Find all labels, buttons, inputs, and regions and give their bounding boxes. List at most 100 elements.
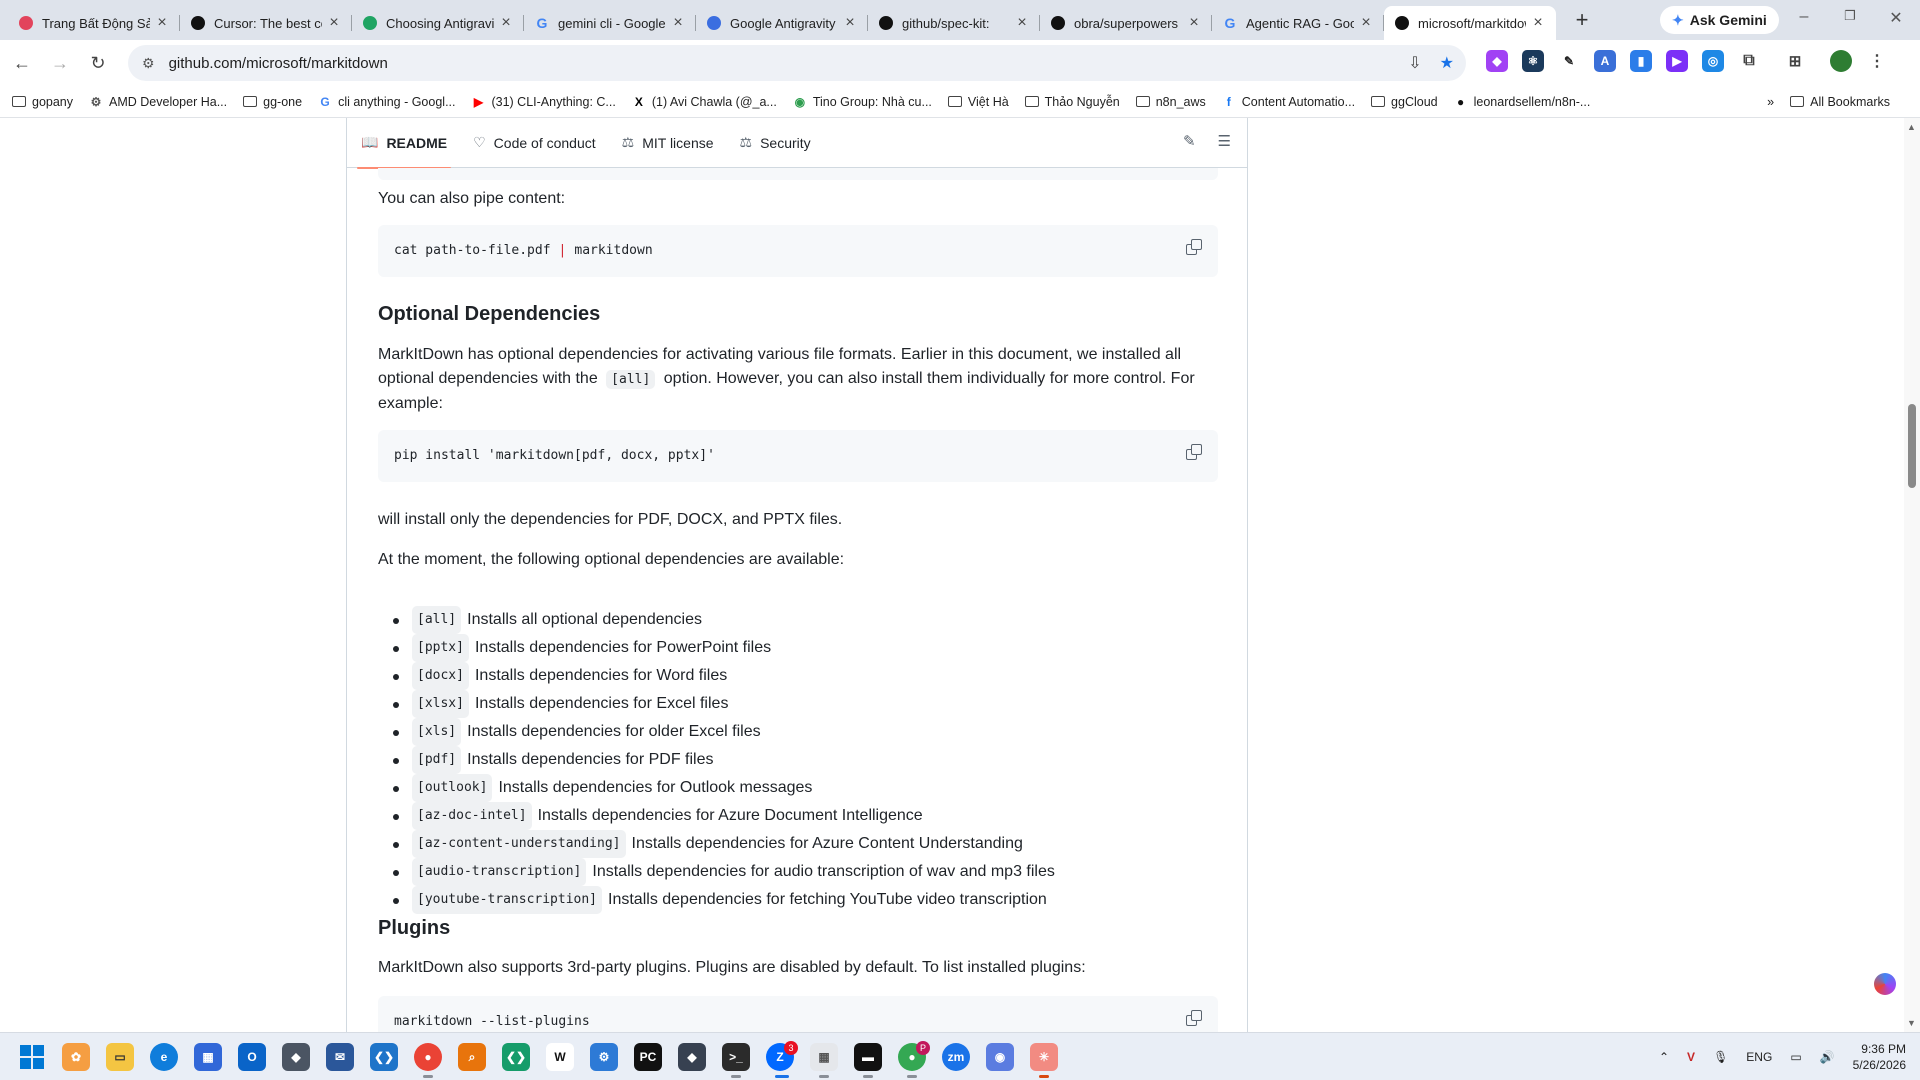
ai-extension-icon[interactable]: A <box>1594 50 1616 72</box>
edit-pencil-icon[interactable]: ✎ <box>1183 132 1196 150</box>
bookmark-item[interactable]: Việt Hà <box>947 95 1009 109</box>
cmd-icon[interactable]: ▬ <box>854 1043 882 1071</box>
gemini-extension-icon[interactable]: ◆ <box>1486 50 1508 72</box>
translate-extension-icon[interactable]: ◎ <box>1702 50 1724 72</box>
side-panel-icon[interactable]: ⊞ <box>1784 50 1806 72</box>
all-bookmarks-button[interactable]: All Bookmarks <box>1790 95 1890 109</box>
close-icon[interactable]: × <box>670 14 686 32</box>
video-extension-icon[interactable]: ▶ <box>1666 50 1688 72</box>
browser-tab[interactable]: Ggemini cli - Google × <box>524 6 696 40</box>
pen-extension-icon[interactable]: ✎ <box>1558 50 1580 72</box>
file-explorer-icon[interactable]: ▭ <box>106 1043 134 1071</box>
react-extension-icon[interactable]: ⚛ <box>1522 50 1544 72</box>
tab-active[interactable]: microsoft/markitdown× <box>1384 6 1556 40</box>
close-icon[interactable]: × <box>326 14 342 32</box>
doc-extension-icon[interactable]: ▮ <box>1630 50 1652 72</box>
browser-tab[interactable]: Google Antigravity × <box>696 6 868 40</box>
bookmark-item[interactable]: X (1) Avi Chawla (@_a... <box>632 95 777 109</box>
address-bar[interactable]: ⚙ github.com/microsoft/markitdown ⇩ ★ <box>128 45 1466 81</box>
bookmark-item[interactable]: Gcli anything - Googl... <box>318 95 455 109</box>
terminal-icon[interactable]: >_ <box>722 1043 750 1071</box>
claude-icon[interactable]: ✳ <box>1030 1043 1058 1071</box>
copy-icon[interactable] <box>1186 1010 1202 1026</box>
bookmark-item[interactable]: gopany <box>12 95 73 109</box>
edge-icon[interactable]: e <box>150 1043 178 1071</box>
scroll-up-icon[interactable]: ▲ <box>1907 122 1916 132</box>
scroll-down-icon[interactable]: ▼ <box>1907 1018 1916 1028</box>
bookmark-item[interactable]: ● leonardsellem/n8n-... <box>1454 95 1590 109</box>
more-bookmarks-icon[interactable]: » <box>1767 95 1774 109</box>
gemini-floating-icon[interactable] <box>1874 973 1896 995</box>
microphone-icon[interactable]: 🎙 <box>1713 1050 1728 1064</box>
bookmark-item[interactable]: ▶ (31) CLI-Anything: C... <box>471 95 616 109</box>
close-window-icon[interactable]: ✕ <box>1884 8 1908 28</box>
close-icon[interactable]: × <box>498 14 514 32</box>
close-icon[interactable]: × <box>842 14 858 32</box>
antivirus-icon[interactable]: V <box>1687 1050 1695 1064</box>
extensions-puzzle-icon[interactable]: ⧉ <box>1738 50 1760 72</box>
search-app-icon[interactable]: ⌕ <box>458 1043 486 1071</box>
note-app-icon[interactable]: ✉ <box>326 1043 354 1071</box>
language-indicator[interactable]: ENG <box>1746 1050 1772 1064</box>
browser-tab[interactable]: Choosing Antigravity × <box>352 6 524 40</box>
bookmark-item[interactable]: Thảo Nguyễn <box>1024 95 1120 109</box>
scrollbar-thumb[interactable] <box>1908 404 1916 488</box>
store-icon[interactable]: ▦ <box>194 1043 222 1071</box>
tab-title: github/spec-kit: <box>902 15 990 31</box>
vscode-icon[interactable]: ❮❯ <box>370 1043 398 1071</box>
messenger-icon[interactable]: ◉ <box>986 1043 1014 1071</box>
copilot-icon[interactable]: ✿ <box>62 1043 90 1071</box>
outline-list-icon[interactable]: ☰ <box>1218 132 1231 150</box>
close-icon[interactable]: × <box>154 14 170 32</box>
pycharm-icon[interactable]: PC <box>634 1043 662 1071</box>
profile-avatar[interactable] <box>1830 50 1852 72</box>
browser-tab[interactable]: Trang Bất Động Sản × <box>8 6 180 40</box>
copy-icon[interactable] <box>1186 239 1202 255</box>
bookmark-item[interactable]: n8n_aws <box>1135 95 1206 109</box>
close-icon[interactable]: × <box>1530 14 1546 32</box>
outlook-icon[interactable]: O <box>238 1043 266 1071</box>
copy-icon[interactable] <box>1186 444 1202 460</box>
vscode-insiders-icon[interactable]: ❮❯ <box>502 1043 530 1071</box>
settings-app-icon[interactable]: ⚙ <box>590 1043 618 1071</box>
tray-chevron-icon[interactable]: ⌃ <box>1659 1050 1669 1064</box>
network-icon[interactable]: ▭ <box>1790 1050 1801 1064</box>
bookmark-item[interactable]: ⚙ AMD Developer Ha... <box>89 95 228 109</box>
close-icon[interactable]: × <box>1358 14 1374 32</box>
zoom-icon[interactable]: zm <box>942 1043 970 1071</box>
tab-code-of-conduct[interactable]: ♡ Code of conduct <box>473 118 596 168</box>
tab-security[interactable]: ⚖ Security <box>740 118 811 168</box>
close-icon[interactable]: × <box>1186 14 1202 32</box>
bookmark-star-icon[interactable]: ★ <box>1440 53 1454 73</box>
bookmark-item[interactable]: f Content Automatio... <box>1222 95 1355 109</box>
restore-icon[interactable]: ❐ <box>1838 8 1862 24</box>
menu-kebab-icon[interactable]: ⋮ <box>1866 50 1888 72</box>
tab-mit-license[interactable]: ⚖ MIT license <box>622 118 714 168</box>
tab-readme[interactable]: 📖 README <box>356 118 452 169</box>
browser-tab[interactable]: G Agentic RAG - Google× <box>1212 6 1384 40</box>
site-info-icon[interactable]: ⚙ <box>142 55 155 72</box>
bookmark-item[interactable]: ggCloud <box>1371 95 1438 109</box>
clock[interactable]: 9:36 PM 5/26/2026 <box>1853 1041 1906 1073</box>
windows-start-icon[interactable] <box>20 1045 44 1069</box>
back-icon[interactable]: ← <box>6 47 38 79</box>
bookmark-item[interactable]: ◉ Tino Group: Nhà cu... <box>793 95 932 109</box>
browser-tab[interactable]: Cursor: The best code× <box>180 6 352 40</box>
unity-icon[interactable]: ◆ <box>282 1043 310 1071</box>
bookmark-item[interactable]: gg-one <box>243 95 302 109</box>
reload-icon[interactable]: ↻ <box>82 47 114 79</box>
chrome-icon[interactable]: ● <box>414 1043 442 1071</box>
install-app-icon[interactable]: ⇩ <box>1408 53 1421 73</box>
page-scrollbar[interactable]: ▲ ▼ <box>1904 118 1920 1032</box>
close-icon[interactable]: × <box>1014 14 1030 32</box>
wispr-icon[interactable]: W <box>546 1043 574 1071</box>
browser-tab[interactable]: obra/superpowers × <box>1040 6 1212 40</box>
ask-gemini-button[interactable]: ✦ Ask Gemini <box>1660 6 1779 34</box>
unity-hub-icon[interactable]: ◆ <box>678 1043 706 1071</box>
minimize-icon[interactable]: – <box>1792 8 1816 26</box>
photos-icon[interactable]: ▦ <box>810 1043 838 1071</box>
volume-icon[interactable]: 🔊 <box>1820 1050 1835 1064</box>
forward-icon[interactable]: → <box>44 47 76 79</box>
new-tab-button[interactable]: + <box>1568 7 1596 33</box>
browser-tab[interactable]: github/spec-kit: × <box>868 6 1040 40</box>
